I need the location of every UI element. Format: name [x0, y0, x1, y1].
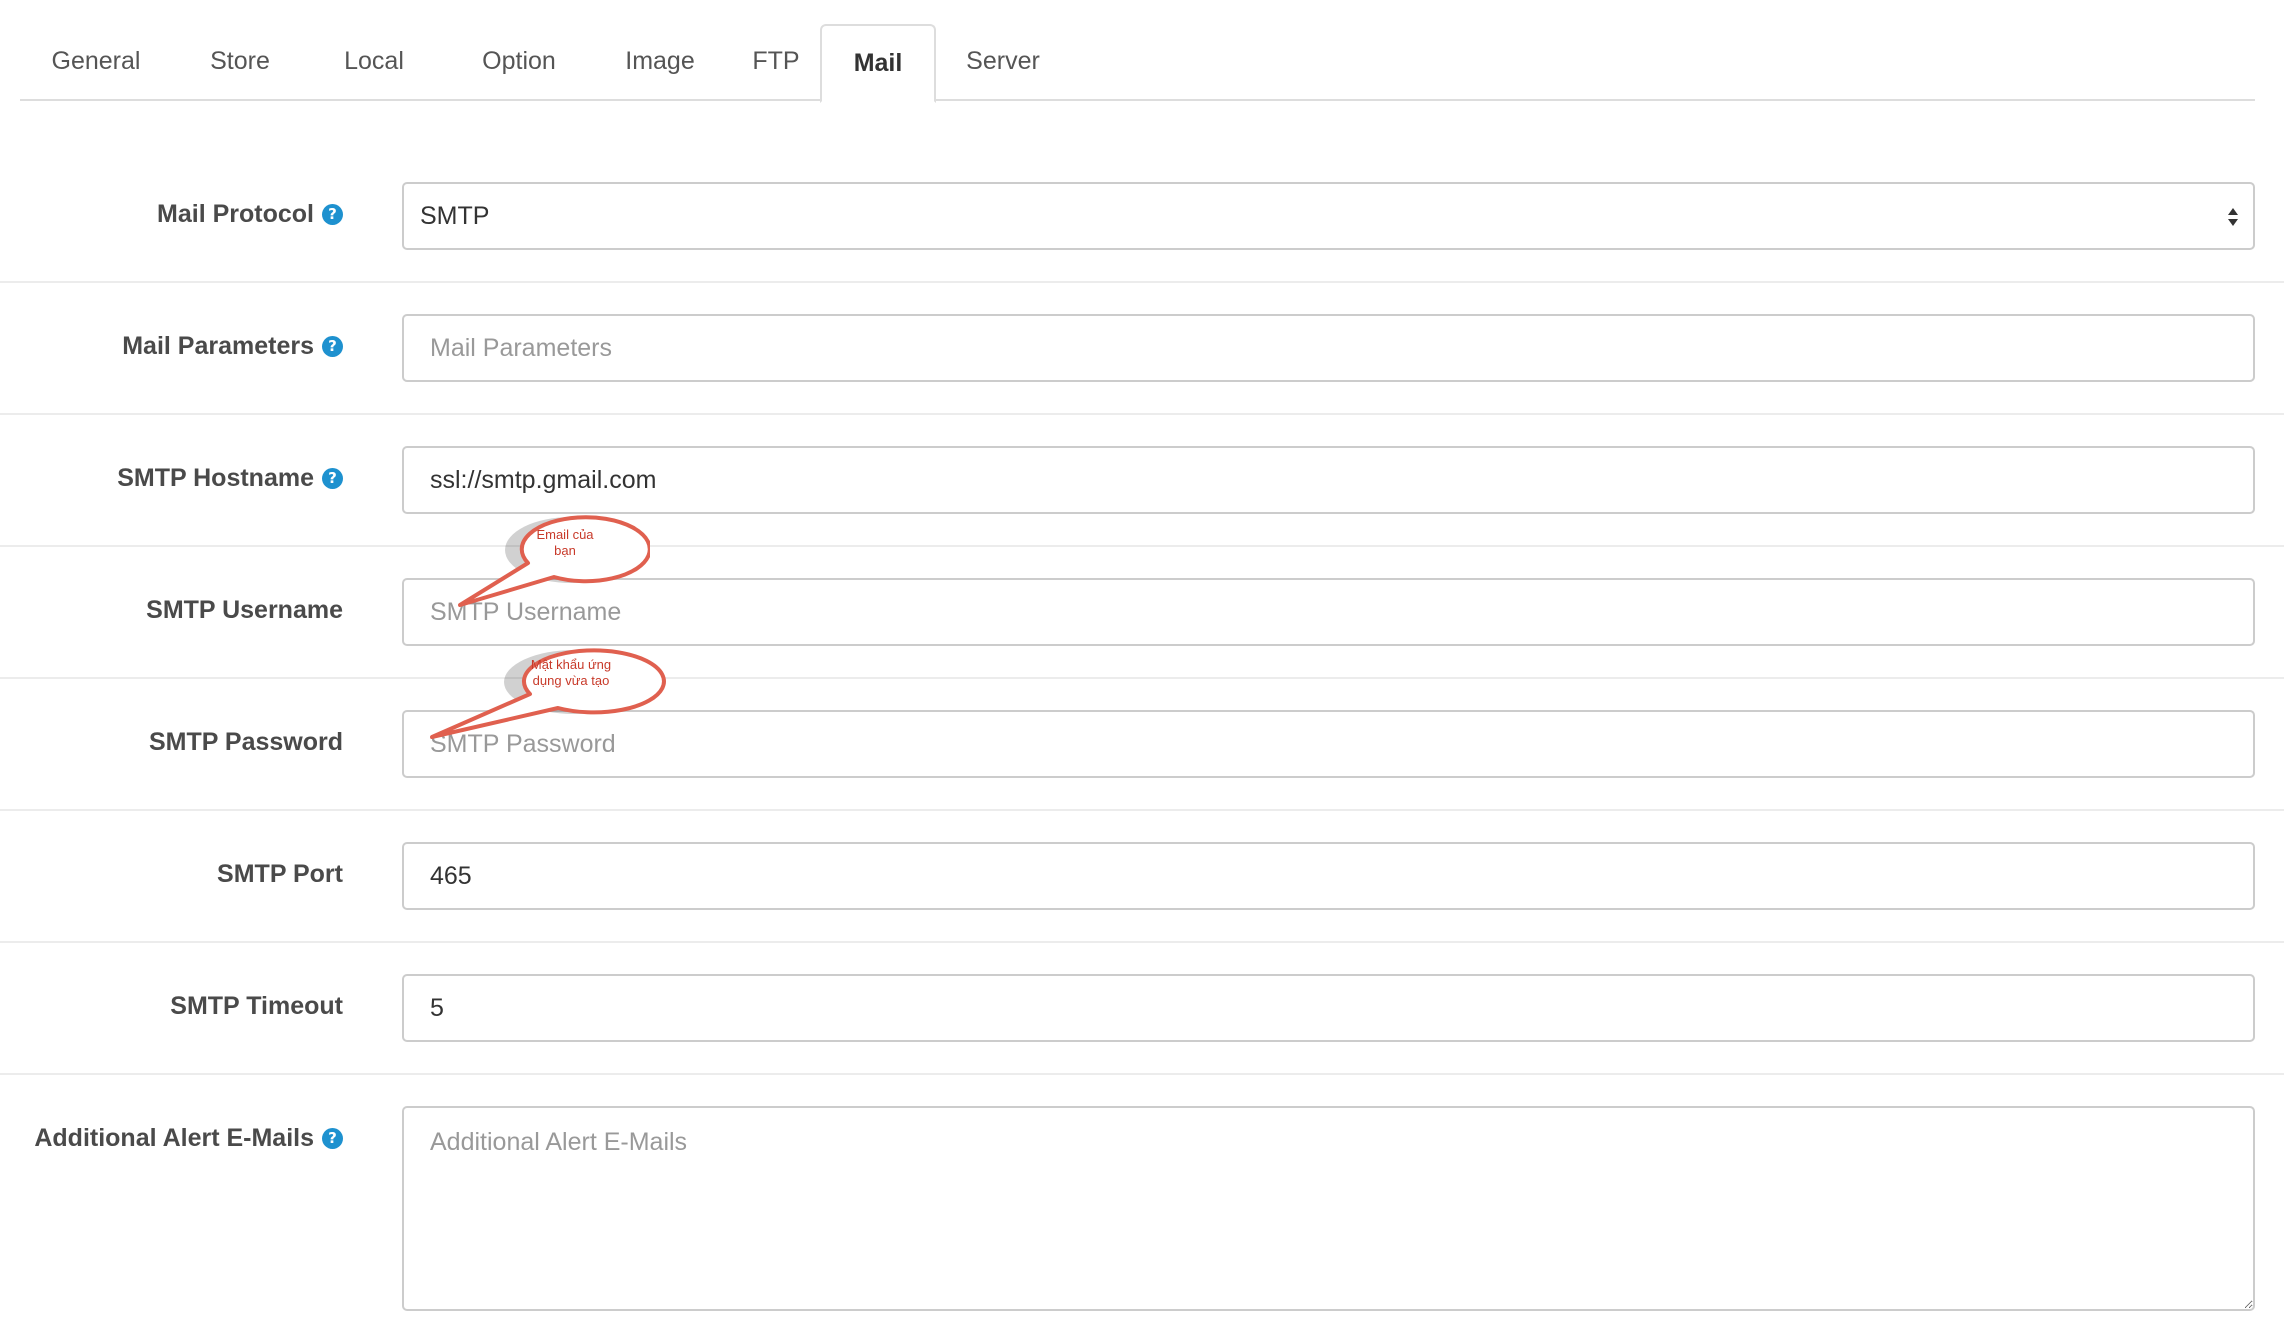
tab-ftp[interactable]: FTP	[726, 24, 826, 101]
smtp-username-label: SMTP Username	[146, 596, 343, 624]
select-arrows-icon	[2228, 208, 2238, 226]
mail-parameters-input[interactable]	[402, 314, 2255, 382]
tab-option[interactable]: Option	[456, 24, 582, 101]
tab-general[interactable]: General	[40, 24, 152, 101]
alert-emails-textarea[interactable]	[402, 1106, 2255, 1311]
smtp-timeout-input[interactable]	[402, 974, 2255, 1042]
username-callout-text: Email của bạn	[536, 527, 594, 558]
mail-parameters-label: Mail Parameters ?	[122, 332, 343, 361]
username-callout	[458, 515, 650, 607]
tab-image[interactable]: Image	[604, 24, 716, 101]
smtp-password-label: SMTP Password	[148, 728, 343, 756]
smtp-hostname-label: SMTP Hostname ?	[117, 464, 343, 493]
smtp-port-input[interactable]	[402, 842, 2255, 910]
smtp-port-label: SMTP Port	[217, 860, 343, 888]
help-icon[interactable]: ?	[322, 1128, 343, 1149]
row-divider	[0, 1073, 2284, 1075]
alert-emails-label: Additional Alert E-Mails ?	[34, 1124, 343, 1153]
row-divider	[0, 941, 2284, 943]
settings-tabs: General Store Local Option Image FTP Mai…	[20, 24, 2255, 103]
row-divider	[0, 413, 2284, 415]
row-divider	[0, 281, 2284, 283]
password-callout-text: Mật khẩu ứng dụng vừa tạo	[530, 657, 612, 688]
smtp-timeout-label: SMTP Timeout	[170, 992, 343, 1020]
tab-server[interactable]: Server	[948, 24, 1058, 101]
smtp-password-input[interactable]	[402, 710, 2255, 778]
tab-mail[interactable]: Mail	[820, 24, 936, 103]
help-icon[interactable]: ?	[322, 468, 343, 489]
smtp-hostname-input[interactable]	[402, 446, 2255, 514]
help-icon[interactable]: ?	[322, 204, 343, 225]
mail-protocol-select[interactable]: SMTP	[402, 182, 2255, 250]
tab-local[interactable]: Local	[324, 24, 424, 101]
row-divider	[0, 545, 2284, 547]
row-divider	[0, 809, 2284, 811]
mail-protocol-label: Mail Protocol ?	[157, 200, 343, 229]
smtp-username-input[interactable]	[402, 578, 2255, 646]
help-icon[interactable]: ?	[322, 336, 343, 357]
tab-store[interactable]: Store	[190, 24, 290, 101]
row-divider	[0, 677, 2284, 679]
